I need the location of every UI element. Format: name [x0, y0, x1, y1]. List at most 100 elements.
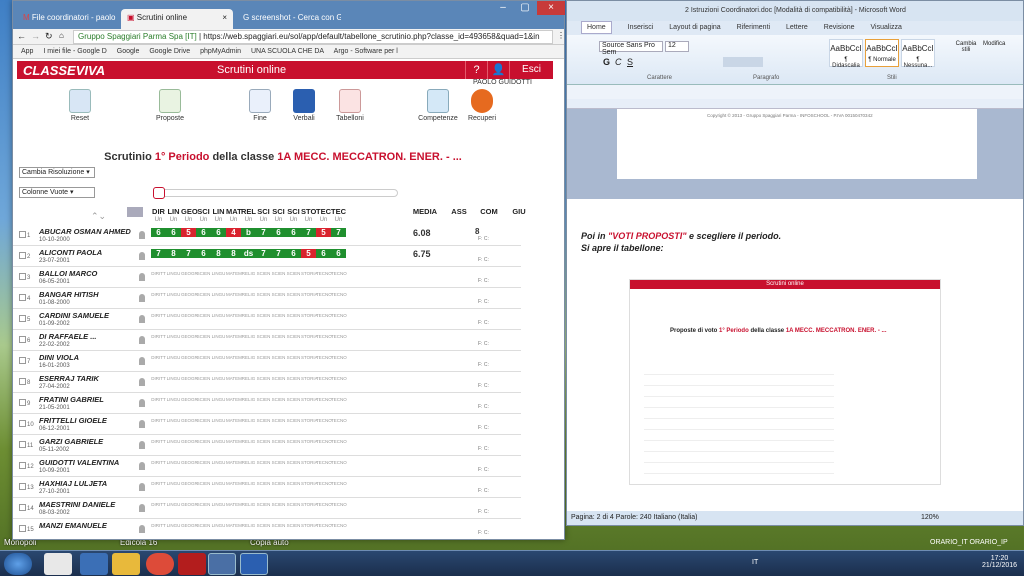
- grade-cell-empty[interactable]: LINGU: [211, 439, 226, 444]
- grade-cell[interactable]: 5: [316, 228, 331, 237]
- person-icon[interactable]: [139, 525, 145, 533]
- tab-view[interactable]: Visualizza: [870, 24, 901, 31]
- grade-cell-empty[interactable]: SCIEN: [286, 502, 301, 507]
- tab-insert[interactable]: Inserisci: [628, 24, 654, 31]
- table-row[interactable]: 6 DI RAFFAELE ... 22-02-2002 DIRITT LINGU GEO…: [13, 330, 521, 351]
- grade-cell[interactable]: 7: [271, 249, 286, 258]
- bookmark[interactable]: App: [21, 48, 33, 55]
- subject-header[interactable]: DIR: [151, 207, 166, 216]
- font-select[interactable]: Source Sans Pro Sem: [599, 41, 663, 56]
- grade-cell[interactable]: 7: [181, 249, 196, 258]
- grade-cell[interactable]: 7: [331, 228, 346, 237]
- student-name[interactable]: GUIDOTTI VALENTINA: [39, 458, 119, 467]
- grade-cell-empty[interactable]: TECNO: [316, 334, 332, 339]
- person-icon[interactable]: [139, 378, 145, 386]
- subject-header[interactable]: STO: [301, 207, 316, 216]
- grade-cell-empty[interactable]: LINGU: [166, 376, 181, 381]
- grade-cell-empty[interactable]: SCIEN: [271, 418, 286, 423]
- table-row[interactable]: 12 GUIDOTTI VALENTINA 10-09-2001 DIRITT LING…: [13, 456, 521, 477]
- student-name[interactable]: HAXHIAJ LULJETA: [39, 479, 107, 488]
- grade-cell-empty[interactable]: SCIEN: [196, 355, 211, 360]
- person-icon[interactable]: [139, 441, 145, 449]
- grade-cell-empty[interactable]: TECNO: [316, 355, 332, 360]
- grade-cell-empty[interactable]: RELIG: [241, 271, 256, 276]
- grade-cell-empty[interactable]: SCIEN: [271, 502, 286, 507]
- grade-cell-empty[interactable]: GEOGR: [181, 481, 198, 486]
- grade-cell[interactable]: 6: [331, 249, 346, 258]
- grade-cell-empty[interactable]: LINGU: [166, 460, 181, 465]
- grade-cell-empty[interactable]: MATEM: [226, 523, 242, 528]
- grade-cell[interactable]: 7: [151, 249, 166, 258]
- fine-tool[interactable]: Fine: [235, 89, 285, 122]
- student-name[interactable]: BALLOI MARCO: [39, 269, 97, 278]
- grade-cell-empty[interactable]: LINGU: [211, 481, 226, 486]
- grade-cell-empty[interactable]: TECNO: [331, 376, 347, 381]
- grade-cell-empty[interactable]: STORIA: [301, 334, 318, 339]
- table-row[interactable]: 13 HAXHIAJ LULJETA 27-10-2001 DIRITT LINGU GE…: [13, 477, 521, 498]
- grade-cell-empty[interactable]: SCIEN: [286, 292, 301, 297]
- student-name[interactable]: FRATINI GABRIEL: [39, 395, 104, 404]
- grade-cell-empty[interactable]: LINGU: [211, 502, 226, 507]
- grade-cell-empty[interactable]: SCIEN: [286, 481, 301, 486]
- paragraph-tools[interactable]: [723, 57, 763, 67]
- grade-cell-empty[interactable]: SCIEN: [256, 439, 271, 444]
- grade-cell-empty[interactable]: TECNO: [316, 271, 332, 276]
- grade-cell-empty[interactable]: STORIA: [301, 292, 318, 297]
- grade-cell-empty[interactable]: RELIG: [241, 439, 256, 444]
- row-checkbox[interactable]: [19, 462, 26, 469]
- grade-cell-empty[interactable]: TECNO: [331, 460, 347, 465]
- grade-cell-empty[interactable]: RELIG: [241, 355, 256, 360]
- recuperi-tool[interactable]: Recuperi: [457, 89, 507, 122]
- change-styles-button[interactable]: Cambia stili: [951, 41, 981, 53]
- grade-cell-empty[interactable]: MATEM: [226, 313, 242, 318]
- grade-cell-empty[interactable]: LINGU: [211, 523, 226, 528]
- subject-header[interactable]: SCI: [271, 207, 286, 216]
- grade-cell-empty[interactable]: DIRITT: [151, 439, 166, 444]
- grade-cell-empty[interactable]: SCIEN: [286, 397, 301, 402]
- grade-cell-empty[interactable]: GEOGR: [181, 460, 198, 465]
- grade-cell[interactable]: 6: [166, 228, 181, 237]
- student-name[interactable]: MANZI EMANUELE: [39, 521, 107, 530]
- zoom-level[interactable]: 120%: [921, 511, 939, 525]
- person-icon[interactable]: [139, 462, 145, 470]
- grade-cell-empty[interactable]: GEOGR: [181, 397, 198, 402]
- grade-cell-empty[interactable]: SCIEN: [271, 397, 286, 402]
- font-size-select[interactable]: 12: [665, 41, 689, 52]
- grade-cell-empty[interactable]: SCIEN: [256, 376, 271, 381]
- user-icon[interactable]: 👤: [487, 61, 509, 79]
- bookmark[interactable]: UNA SCUOLA CHE DA: [251, 48, 324, 55]
- table-row[interactable]: 11 GARZI GABRIELE 05-11-2002 DIRITT LINGU GEO…: [13, 435, 521, 456]
- row-checkbox[interactable]: [19, 252, 26, 259]
- subject-header[interactable]: SCI: [286, 207, 301, 216]
- subject-header[interactable]: SCI: [196, 207, 211, 216]
- person-icon[interactable]: [139, 252, 145, 260]
- grade-cell-empty[interactable]: GEOGR: [181, 502, 198, 507]
- grade-cell-empty[interactable]: SCIEN: [271, 355, 286, 360]
- menu-icon[interactable]: ⋮: [557, 31, 565, 40]
- grade-cell-empty[interactable]: SCIEN: [256, 397, 271, 402]
- grade-cell-empty[interactable]: LINGU: [166, 334, 181, 339]
- grade-cell-empty[interactable]: GEOGR: [181, 355, 198, 360]
- grade-cell-empty[interactable]: GEOGR: [181, 334, 198, 339]
- grade-cell-empty[interactable]: LINGU: [211, 334, 226, 339]
- close-window-button[interactable]: ×: [537, 1, 565, 15]
- language-indicator[interactable]: IT: [752, 559, 758, 566]
- bookmark[interactable]: I miei file - Google D: [43, 48, 106, 55]
- grade-cell-empty[interactable]: TECNO: [331, 439, 347, 444]
- grade-cell-empty[interactable]: LINGU: [211, 313, 226, 318]
- table-row[interactable]: 7 DINI VIOLA 16-01-2003 DIRITT LINGU GEOGR SCI…: [13, 351, 521, 372]
- grade-cell-empty[interactable]: LINGU: [211, 376, 226, 381]
- scroll-track[interactable]: [153, 189, 398, 197]
- grade-cell-empty[interactable]: MATEM: [226, 271, 242, 276]
- grade-cell-empty[interactable]: SCIEN: [256, 460, 271, 465]
- grade-cell-empty[interactable]: SCIEN: [196, 418, 211, 423]
- grade-cell-empty[interactable]: DIRITT: [151, 355, 166, 360]
- table-row[interactable]: 3 BALLOI MARCO 06-05-2001 DIRITT LINGU GEOGR S…: [13, 267, 521, 288]
- person-icon[interactable]: [139, 357, 145, 365]
- grade-cell-empty[interactable]: TECNO: [316, 376, 332, 381]
- bookmark[interactable]: Google Drive: [149, 48, 190, 55]
- grade-cell-empty[interactable]: DIRITT: [151, 292, 166, 297]
- student-name[interactable]: GARZI GABRIELE: [39, 437, 103, 446]
- grade-cell[interactable]: 5: [301, 249, 316, 258]
- subject-header[interactable]: MAT: [226, 207, 242, 216]
